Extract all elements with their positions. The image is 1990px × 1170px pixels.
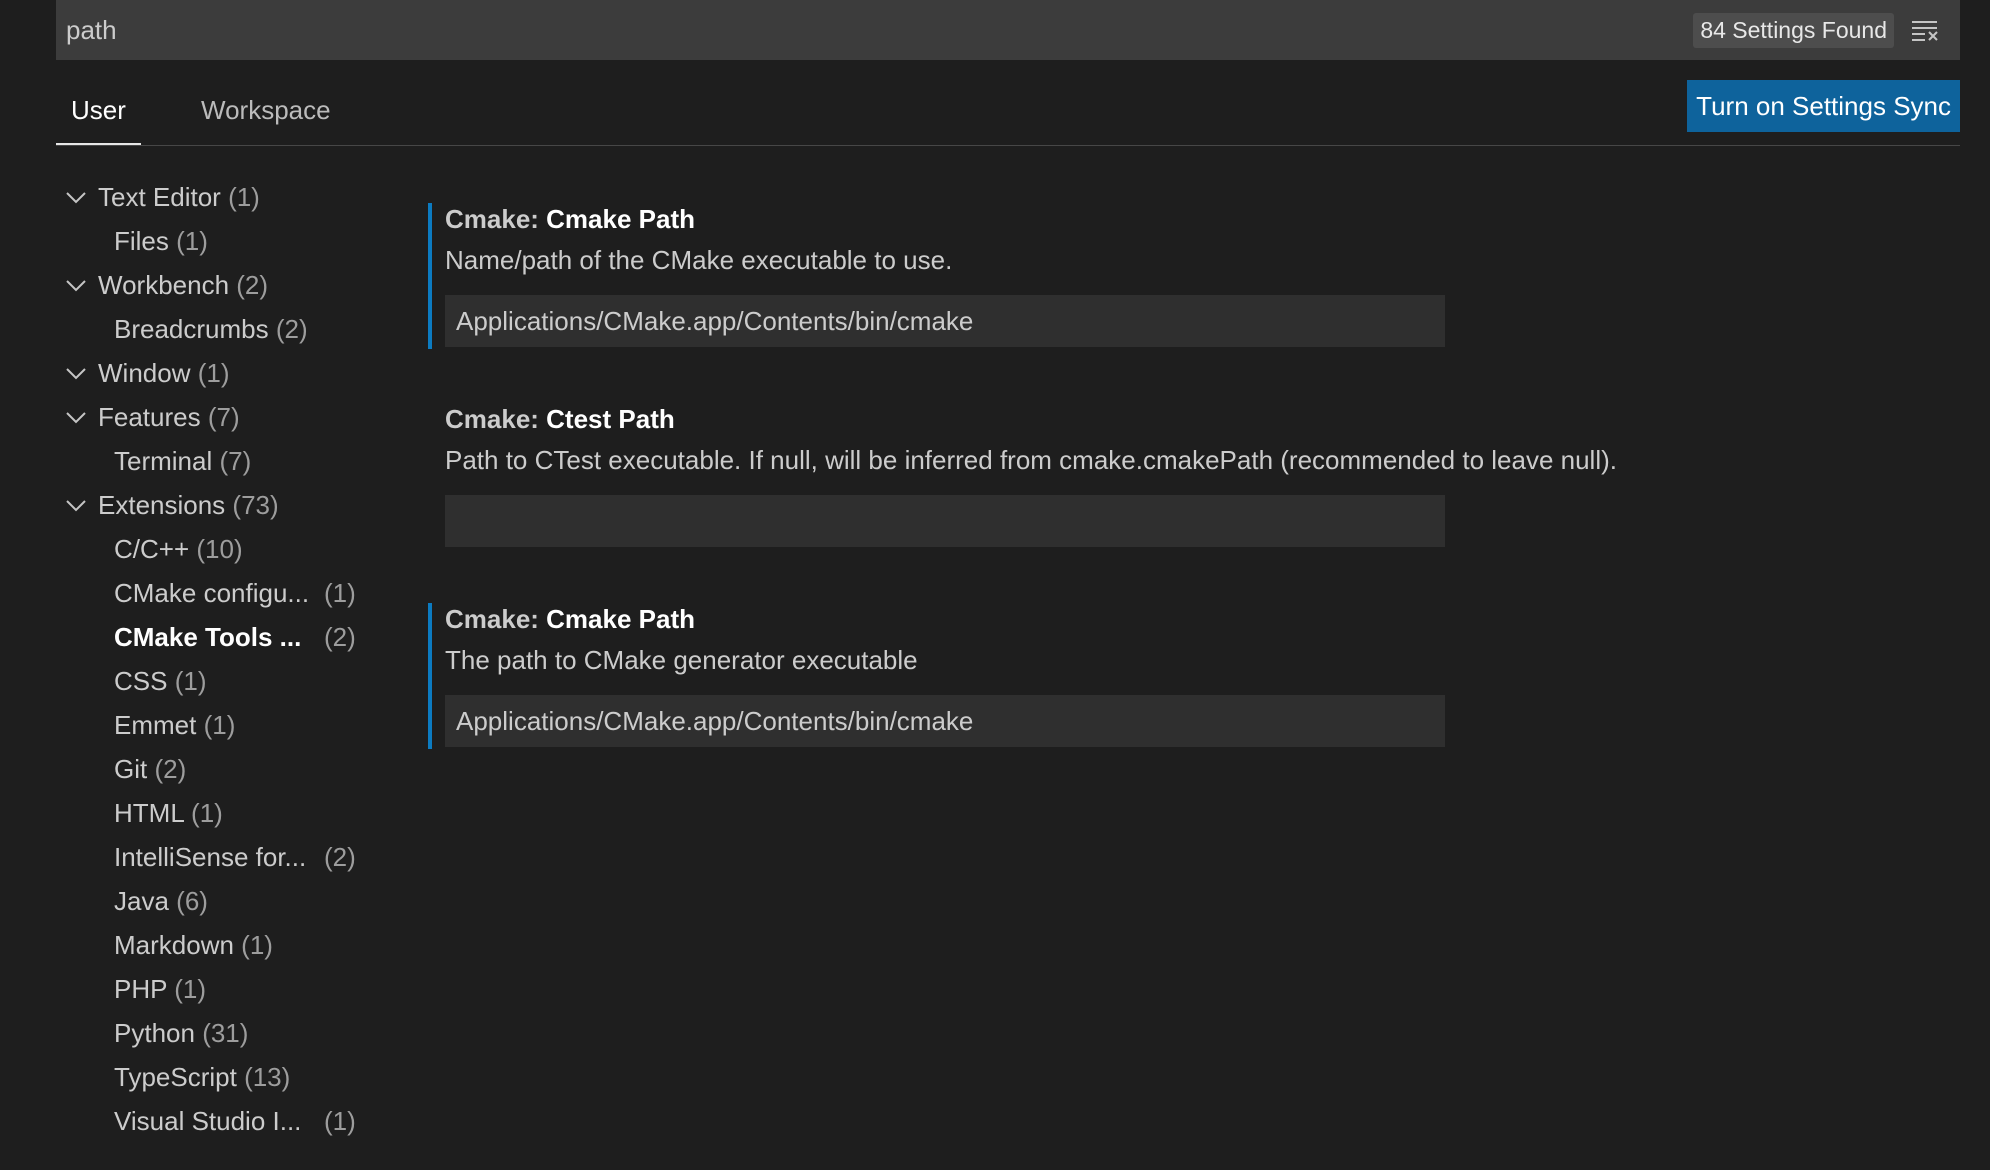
toc-item-count: (1) [191,798,223,828]
toc-item-label: CMake Tools ... [114,622,302,652]
chevron-down-icon[interactable] [64,405,88,429]
toc-item-count: (1) [241,930,273,960]
tab-workspace[interactable]: Workspace [201,94,346,145]
toc-item-markdown[interactable]: Markdown (1) [56,923,376,967]
toc-item-count: (2) [236,270,269,300]
toc-item-label: IntelliSense for... [114,842,307,872]
toc-item-python[interactable]: Python (31) [56,1011,376,1055]
setting-title: Cmake: Cmake Path [445,203,1928,233]
toc-item-html[interactable]: HTML (1) [56,791,376,835]
setting-description: The path to CMake generator executable [445,645,918,675]
setting-item: Cmake: Ctest Path Path to CTest executabl… [428,403,1928,547]
setting-name: Cmake Path [546,604,695,634]
toc-item-label: Files [114,226,169,256]
toc-item-typescript[interactable]: TypeScript (13) [56,1055,376,1099]
toc-item-count: (6) [176,886,208,916]
toc-item-label: Visual Studio I... [114,1106,302,1136]
toc-item-label: PHP [114,974,167,1004]
toc-item-visual-studio-i[interactable]: Visual Studio I... (1) [56,1099,376,1143]
toc-item-count: (7) [219,446,252,476]
toc-item-files[interactable]: Files (1) [56,219,376,263]
toc-item-label: Markdown [114,930,234,960]
toc-item-label: Window [98,358,191,388]
setting-value-input[interactable] [445,695,1445,747]
toc-item-label: Extensions [98,490,226,520]
toc-item-intellisense-for[interactable]: IntelliSense for... (2) [56,835,376,879]
chevron-down-icon[interactable] [64,273,88,297]
toc-item-count: (73) [232,490,279,520]
setting-name: Cmake Path [546,204,695,234]
toc-item-breadcrumbs[interactable]: Breadcrumbs (2) [56,307,376,351]
setting-category: Cmake: [445,604,547,634]
toc-item-count: (13) [244,1062,291,1092]
settings-list: Cmake: Cmake Path Name/path of the CMake … [428,203,1928,803]
toc-item-features[interactable]: Features (7) [56,395,376,439]
settings-search-bar: 84 Settings Found [56,0,1960,60]
toc-item-label: TypeScript [114,1062,237,1092]
toc-item-label: Emmet [114,710,197,740]
toc-item-cmake-tools[interactable]: CMake Tools ... (2) [56,615,376,659]
toc-item-label: Features [98,402,201,432]
chevron-down-icon[interactable] [64,493,88,517]
toc-item-label: C/C++ [114,534,190,564]
toc-item-count: (1) [174,974,207,1004]
toc-item-label: CMake configu... [114,578,310,608]
toc-item-c-c[interactable]: C/C++ (10) [56,527,376,571]
setting-value-input[interactable] [445,295,1445,347]
toc-item-count: (1) [324,1106,356,1136]
toc-item-count: (2) [324,842,356,872]
toc-item-count: (2) [324,622,356,652]
tab-user[interactable]: User [56,94,141,145]
toc-item-label: HTML [114,798,184,828]
setting-title: Cmake: Ctest Path [445,403,1928,433]
settings-scope-tabs: User Workspace [56,82,1960,146]
toc-item-label: Workbench [98,270,230,300]
toc-item-count: (31) [202,1018,249,1048]
toc-item-label: Python [114,1018,195,1048]
chevron-down-icon[interactable] [64,361,88,385]
clear-filter-icon[interactable] [1910,15,1940,45]
toc-item-terminal[interactable]: Terminal (7) [56,439,376,483]
toc-item-count: (1) [197,358,230,388]
toc-item-count: (1) [228,182,260,212]
toc-item-window[interactable]: Window (1) [56,351,376,395]
toc-item-css[interactable]: CSS (1) [56,659,376,703]
toc-item-label: CSS [114,666,168,696]
setting-title: Cmake: Cmake Path [445,603,1928,633]
toc-item-count: (1) [324,578,356,608]
toc-item-java[interactable]: Java (6) [56,879,376,923]
setting-category: Cmake: [445,204,547,234]
toc-item-count: (1) [176,226,208,256]
toc-item-count: (7) [207,402,240,432]
setting-description: Path to CTest executable. If null, will … [445,445,1617,475]
toc-item-text-editor[interactable]: Text Editor (1) [56,175,376,219]
settings-toc-tree: Text Editor (1) Files (1) Workbench (2) Bre… [56,175,376,1143]
toc-item-cmake-configu[interactable]: CMake configu... (1) [56,571,376,615]
turn-on-settings-sync-button[interactable]: Turn on Settings Sync [1687,80,1960,132]
setting-value-input[interactable] [445,495,1445,547]
toc-item-label: Breadcrumbs [114,314,269,344]
setting-category: Cmake: [445,404,547,434]
setting-name: Ctest Path [546,404,675,434]
toc-item-count: (1) [203,710,236,740]
toc-item-emmet[interactable]: Emmet (1) [56,703,376,747]
toc-item-extensions[interactable]: Extensions (73) [56,483,376,527]
toc-item-count: (2) [275,314,308,344]
toc-item-label: Java [114,886,169,916]
results-count-badge: 84 Settings Found [1693,12,1894,48]
toc-item-count: (10) [196,534,243,564]
toc-item-label: Terminal [114,446,213,476]
toc-item-label: Git [114,754,148,784]
toc-item-count: (1) [174,666,207,696]
toc-item-workbench[interactable]: Workbench (2) [56,263,376,307]
toc-item-git[interactable]: Git (2) [56,747,376,791]
setting-description: Name/path of the CMake executable to use… [445,245,953,275]
settings-search-input[interactable] [66,0,1694,60]
toc-item-php[interactable]: PHP (1) [56,967,376,1011]
setting-item: Cmake: Cmake Path The path to CMake gener… [428,603,1928,749]
toc-item-count: (2) [154,754,187,784]
chevron-down-icon[interactable] [64,185,88,209]
setting-item: Cmake: Cmake Path Name/path of the CMake … [428,203,1928,349]
toc-item-label: Text Editor [98,182,221,212]
